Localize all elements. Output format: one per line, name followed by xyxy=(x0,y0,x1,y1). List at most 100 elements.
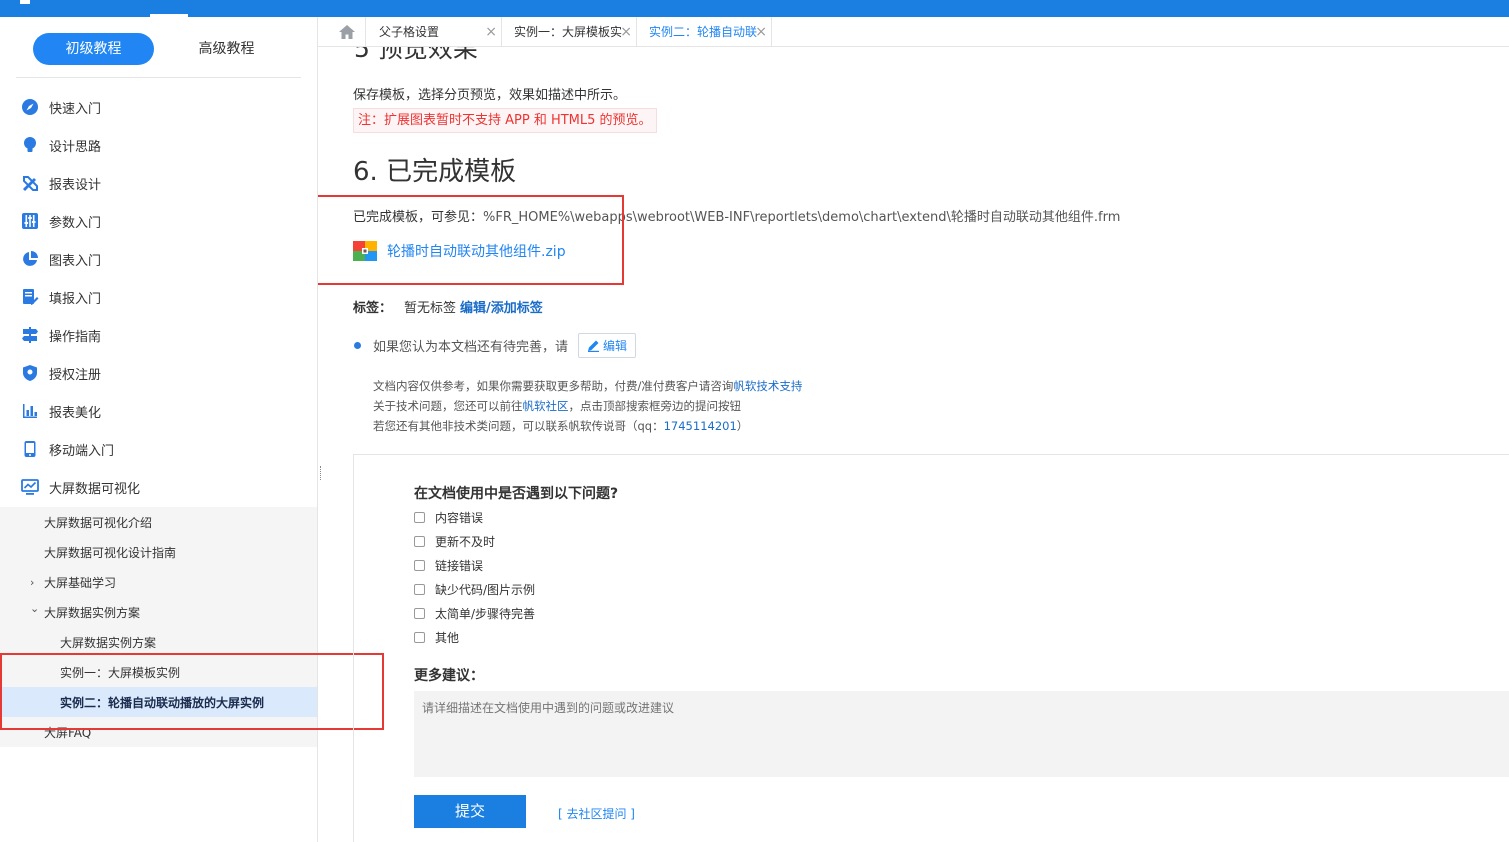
sidebar-item-params[interactable]: 参数入门 xyxy=(0,202,318,240)
sidebar-item-quickstart[interactable]: 快速入门 xyxy=(0,88,318,126)
sliders-icon xyxy=(20,211,40,231)
checkbox[interactable] xyxy=(414,560,425,571)
sidebar-item-label: 报表设计 xyxy=(49,177,102,193)
sidebar-item-design-ideas[interactable]: 设计思路 xyxy=(0,126,318,164)
sidebar-item-bigscreen[interactable]: 大屏数据可视化 xyxy=(0,468,318,506)
sub-item-examples[interactable]: ⌄ 大屏数据实例方案 xyxy=(0,597,317,627)
improve-text: 如果您认为本文档还有待完善，请 xyxy=(373,340,569,355)
help-line-2: 关于技术问题，您还可以前往帆软社区，点击顶部搜索框旁边的提问按钮 xyxy=(373,396,802,416)
mobile-icon xyxy=(20,439,40,459)
help-text: 文档内容仅供参考，如果你需要获取更多帮助，付费/准付费客户请咨询帆软技术支持 关… xyxy=(373,376,802,436)
sidebar-item-charts[interactable]: 图表入门 xyxy=(0,240,318,278)
tab-advanced[interactable]: 高级教程 xyxy=(166,33,287,65)
bullet-dot xyxy=(354,342,361,349)
sidebar-item-label: 移动端入门 xyxy=(49,443,115,459)
sidebar-item-fill[interactable]: 填报入门 xyxy=(0,278,318,316)
tab-label: 实例二：轮播自动联 xyxy=(649,25,758,39)
tab-example-1[interactable]: 实例一：大屏模板实 × xyxy=(502,17,637,47)
edit-button[interactable]: 编辑 xyxy=(578,333,637,358)
community-link[interactable]: 帆软社区 xyxy=(523,399,569,413)
feedback-panel: 在文档使用中是否遇到以下问题? 内容错误 更新不及时 链接错误 缺少代码/图片示… xyxy=(353,454,1509,842)
sidebar-item-license[interactable]: 授权注册 xyxy=(0,354,318,392)
help-text-part: 若您还有其他非技术类问题，可以联系帆软传说哥（qq： xyxy=(373,419,664,433)
tab-beginner[interactable]: 初级教程 xyxy=(33,33,154,65)
sub-item-intro[interactable]: 大屏数据可视化介绍 xyxy=(0,507,317,537)
edit-tags-link[interactable]: 编辑/添加标签 xyxy=(460,297,543,316)
sidebar-item-guide[interactable]: 操作指南 xyxy=(0,316,318,354)
pencil-icon xyxy=(588,340,600,352)
sidebar-item-label: 图表入门 xyxy=(49,253,102,269)
tech-support-link[interactable]: 帆软技术支持 xyxy=(733,379,802,393)
tools-icon xyxy=(20,173,40,193)
sidebar-item-label: 填报入门 xyxy=(49,291,102,307)
sidebar-item-label: 快速入门 xyxy=(49,101,102,117)
checkbox[interactable] xyxy=(414,536,425,547)
close-icon[interactable]: × xyxy=(620,17,632,47)
option-label: 缺少代码/图片示例 xyxy=(435,583,536,597)
sidebar-item-label: 授权注册 xyxy=(49,367,102,383)
main-content: 5 预览效果 保存模板，选择分页预览，效果如描述中所示。 注：扩展图表暂时不支持… xyxy=(318,47,1509,842)
ask-community-link[interactable]: [ 去社区提问 ] xyxy=(558,805,635,822)
suggestion-textarea[interactable] xyxy=(414,691,1509,777)
qq-link[interactable]: 1745114201 xyxy=(664,419,737,433)
shield-icon xyxy=(20,363,40,383)
preview-text: 保存模板，选择分页预览，效果如描述中所示。 xyxy=(353,88,627,103)
feedback-option[interactable]: 链接错误 xyxy=(414,557,483,574)
chevron-down-icon: ⌄ xyxy=(30,602,40,615)
feedback-question: 在文档使用中是否遇到以下问题? xyxy=(414,486,619,502)
option-label: 太简单/步骤待完善 xyxy=(435,607,536,621)
edit-button-label: 编辑 xyxy=(603,339,628,353)
help-text-part: ，点击顶部搜索框旁边的提问按钮 xyxy=(568,399,742,413)
checkbox[interactable] xyxy=(414,632,425,643)
help-text-part: 文档内容仅供参考，如果你需要获取更多帮助，付费/准付费客户请咨询 xyxy=(373,379,734,393)
close-icon[interactable]: × xyxy=(485,17,497,47)
compass-icon xyxy=(20,97,40,117)
highlight-box-template xyxy=(318,195,624,285)
tab-parent-child[interactable]: 父子格设置 × xyxy=(367,17,502,47)
close-icon[interactable]: × xyxy=(755,17,767,47)
feedback-option[interactable]: 其他 xyxy=(414,629,459,646)
chevron-right-icon: › xyxy=(30,576,35,589)
help-text-part: ） xyxy=(736,419,749,433)
option-label: 链接错误 xyxy=(435,559,484,573)
help-text-part: 关于技术问题，您还可以前往 xyxy=(373,399,523,413)
sub-item-label: 大屏数据实例方案 xyxy=(44,605,141,620)
top-bar xyxy=(0,0,1509,17)
checkbox[interactable] xyxy=(414,512,425,523)
tab-strip: 父子格设置 × 实例一：大屏模板实 × 实例二：轮播自动联 × xyxy=(318,17,1509,47)
feedback-option[interactable]: 缺少代码/图片示例 xyxy=(414,581,535,598)
home-icon xyxy=(338,25,355,39)
sub-item-basics[interactable]: › 大屏基础学习 xyxy=(0,567,317,597)
level-tabs: 初级教程 高级教程 xyxy=(16,33,301,78)
sidebar-item-label: 操作指南 xyxy=(49,329,102,345)
checkbox[interactable] xyxy=(414,584,425,595)
checkbox[interactable] xyxy=(414,608,425,619)
signpost-icon xyxy=(20,325,40,345)
bar-chart-icon xyxy=(20,401,40,421)
sidebar-item-mobile[interactable]: 移动端入门 xyxy=(0,430,318,468)
feedback-option[interactable]: 太简单/步骤待完善 xyxy=(414,605,535,622)
more-suggestions-label: 更多建议： xyxy=(414,668,484,684)
warning-note: 注：扩展图表暂时不支持 APP 和 HTML5 的预览。 xyxy=(353,108,657,133)
submit-button[interactable]: 提交 xyxy=(414,795,526,828)
tags-value: 暂无标签 xyxy=(404,301,457,316)
option-label: 其他 xyxy=(435,631,460,645)
feedback-option[interactable]: 内容错误 xyxy=(414,509,483,526)
tab-example-2[interactable]: 实例二：轮播自动联 × xyxy=(637,17,772,47)
pie-chart-icon xyxy=(20,249,40,269)
sub-item-label: 大屏数据实例方案 xyxy=(60,635,157,650)
sidebar-item-label: 报表美化 xyxy=(49,405,102,421)
logo-icon xyxy=(20,0,30,4)
sub-item-label: 大屏数据可视化设计指南 xyxy=(44,545,177,560)
lightbulb-icon xyxy=(20,135,40,155)
option-label: 更新不及时 xyxy=(435,535,496,549)
sidebar-item-beautify[interactable]: 报表美化 xyxy=(0,392,318,430)
feedback-option[interactable]: 更新不及时 xyxy=(414,533,495,550)
home-tab[interactable] xyxy=(328,17,366,47)
tags-label: 标签： xyxy=(353,301,393,316)
tab-label: 实例一：大屏模板实 xyxy=(514,25,623,39)
sub-item-guide[interactable]: 大屏数据可视化设计指南 xyxy=(0,537,317,567)
tab-label: 父子格设置 xyxy=(379,25,440,39)
sidebar-item-label: 大屏数据可视化 xyxy=(49,481,141,497)
sidebar-item-report-design[interactable]: 报表设计 xyxy=(0,164,318,202)
